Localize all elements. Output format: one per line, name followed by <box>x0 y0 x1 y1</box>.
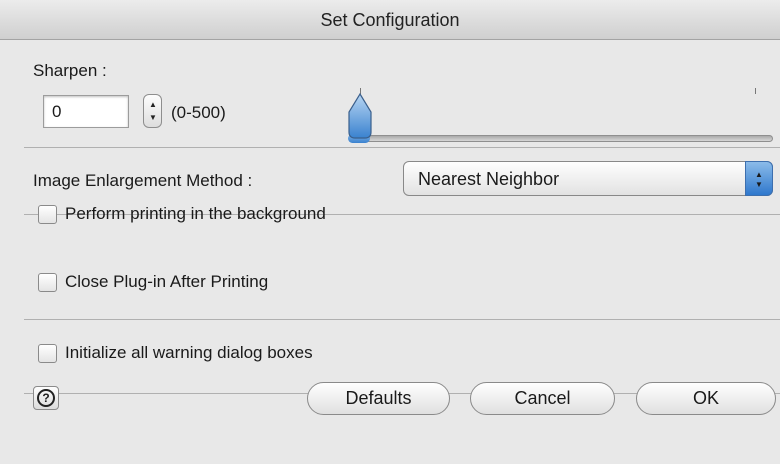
stepper-down-icon[interactable]: ▼ <box>149 114 157 122</box>
cancel-button[interactable]: Cancel <box>470 382 615 415</box>
close-plugin-option[interactable]: Close Plug-in After Printing <box>38 272 268 292</box>
background-printing-checkbox[interactable] <box>38 204 57 224</box>
window-title: Set Configuration <box>0 0 780 40</box>
dialog-content: Sharpen : 0 ▲ ▼ (0-500) Image Enlargemen… <box>0 41 780 464</box>
stepper-up-icon[interactable]: ▲ <box>149 101 157 109</box>
select-arrows-icon[interactable]: ▲ ▼ <box>745 161 773 196</box>
slider-tick-max <box>755 88 756 94</box>
sharpen-input[interactable]: 0 <box>43 95 129 128</box>
close-plugin-checkbox[interactable] <box>38 272 57 292</box>
init-warnings-checkbox[interactable] <box>38 343 57 363</box>
ok-button[interactable]: OK <box>636 382 776 415</box>
help-button[interactable]: ? <box>33 386 59 410</box>
help-icon: ? <box>37 389 55 407</box>
enlargement-method-value: Nearest Neighbor <box>418 169 560 189</box>
init-warnings-label: Initialize all warning dialog boxes <box>65 343 313 362</box>
defaults-button[interactable]: Defaults <box>307 382 450 415</box>
sharpen-label: Sharpen : <box>33 61 107 80</box>
sharpen-slider[interactable] <box>353 135 773 142</box>
sharpen-stepper[interactable]: ▲ ▼ <box>143 94 162 128</box>
sharpen-range: (0-500) <box>171 103 226 122</box>
separator <box>24 147 780 148</box>
separator <box>24 319 780 320</box>
background-printing-label: Perform printing in the background <box>65 204 326 223</box>
slider-knob-icon[interactable] <box>347 92 377 142</box>
init-warnings-option[interactable]: Initialize all warning dialog boxes <box>38 343 313 363</box>
enlargement-method-select[interactable]: Nearest Neighbor ▲ ▼ <box>403 161 773 196</box>
enlargement-label: Image Enlargement Method : <box>33 171 253 190</box>
background-printing-option[interactable]: Perform printing in the background <box>38 204 326 224</box>
close-plugin-label: Close Plug-in After Printing <box>65 272 269 291</box>
